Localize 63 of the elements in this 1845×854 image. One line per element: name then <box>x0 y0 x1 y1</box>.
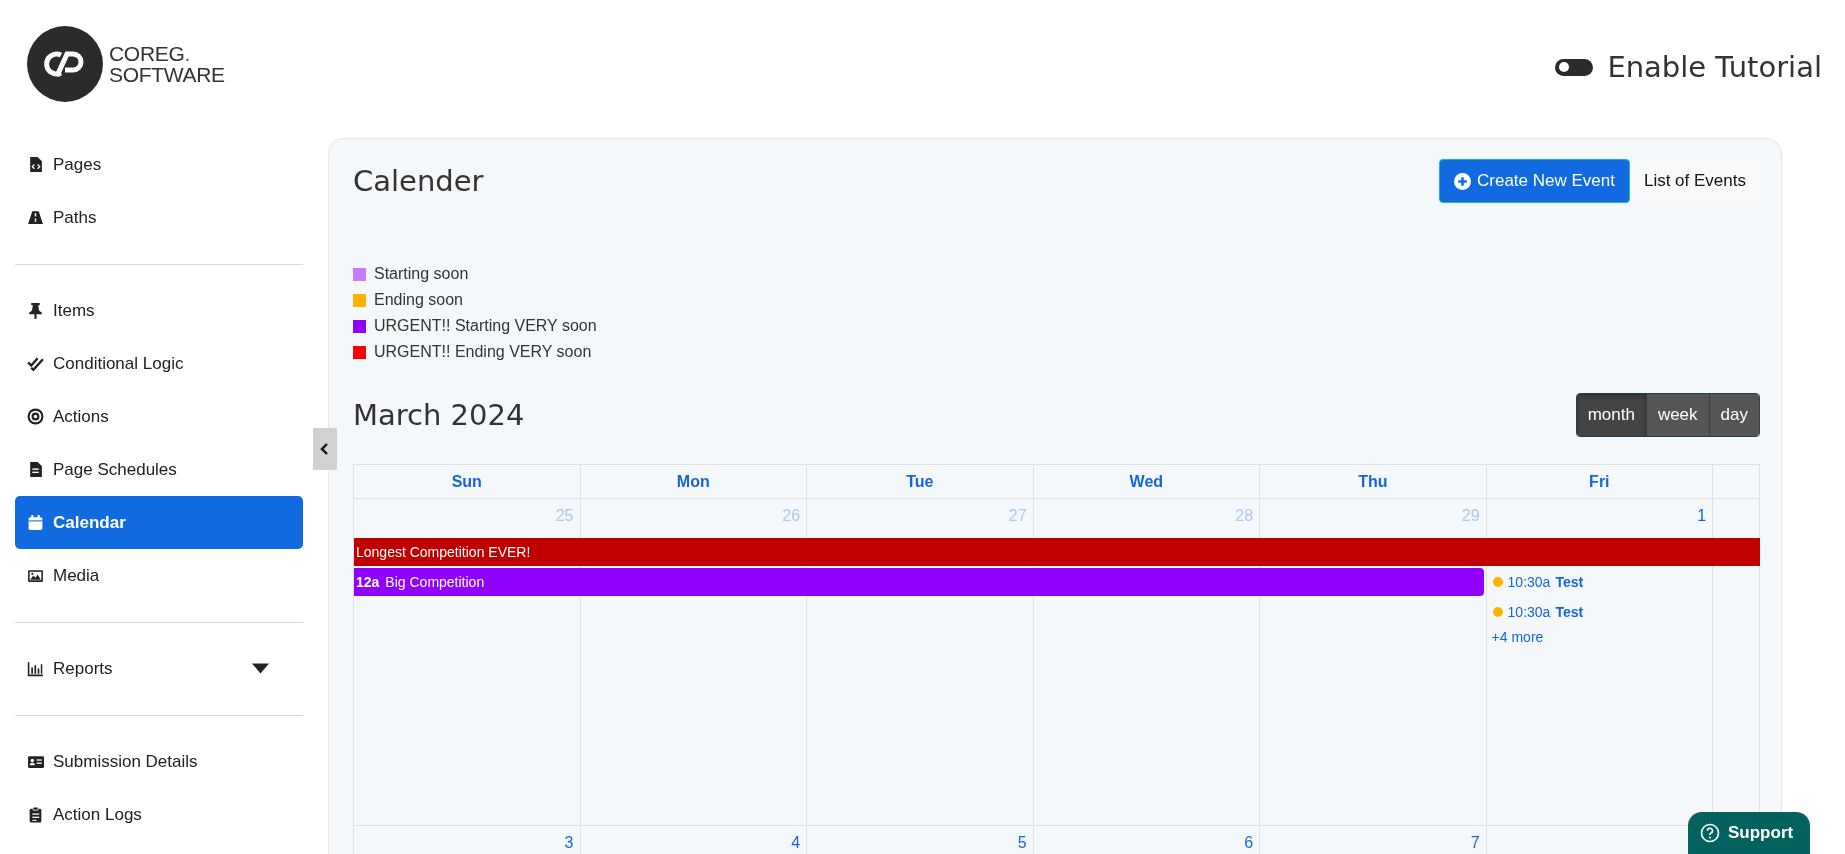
target-icon <box>27 408 44 425</box>
weekday-header: Tue <box>906 472 934 491</box>
view-button[interactable]: week <box>1645 394 1709 436</box>
double-check-icon <box>27 355 44 372</box>
code-file-icon <box>27 156 44 173</box>
sidebar-item[interactable]: Conditional Logic <box>15 337 303 390</box>
plus-circle-icon <box>1454 172 1471 190</box>
day-number[interactable]: 4 <box>791 834 801 851</box>
weekday-header: Thu <box>1358 472 1388 491</box>
logo-text: COREG. <box>109 43 192 64</box>
event-bar-segment[interactable]: Longest Competition EVER! <box>354 538 581 566</box>
weekday-header: Fri <box>1589 472 1610 491</box>
event-bar-segment[interactable] <box>1713 538 1760 566</box>
road-icon <box>27 209 44 226</box>
more-link[interactable]: +4 more <box>1486 629 1544 645</box>
legend-label: URGENT!! Ending VERY soon <box>374 343 592 361</box>
calendar-title: March 2024 <box>353 398 525 432</box>
event-title[interactable]: Longest Competition EVER! <box>356 538 531 566</box>
sidebar-item[interactable]: Paths <box>15 191 303 244</box>
sidebar-item[interactable]: Media <box>15 549 303 602</box>
day-number[interactable]: 7 <box>1470 834 1480 851</box>
view-button[interactable]: day <box>1708 394 1759 436</box>
weekday-header: Sun <box>451 472 482 491</box>
event-item[interactable]: 10:30a Test <box>1486 597 1714 627</box>
create-event-button[interactable]: Create New Event <box>1439 159 1630 203</box>
sidebar-item[interactable]: Action Logs <box>15 788 303 841</box>
document-icon <box>27 461 44 478</box>
logo-icon <box>27 26 103 102</box>
sidebar-item[interactable]: Actions <box>15 390 303 443</box>
sidebar-item[interactable]: Page Schedules <box>15 443 303 496</box>
question-icon <box>1700 823 1720 843</box>
sidebar-item[interactable]: Items <box>15 284 303 337</box>
day-number[interactable]: 1 <box>1697 507 1707 524</box>
sidebar-item[interactable]: Reports <box>15 642 303 695</box>
clipboard-icon <box>27 806 44 823</box>
chevron-left-icon <box>320 443 330 455</box>
page-title: Calender <box>353 164 484 198</box>
event-title[interactable]: 12a Big Competition <box>356 568 485 596</box>
legend-label: Ending soon <box>374 291 463 309</box>
event-bar-segment[interactable] <box>1260 568 1484 596</box>
event-bar-segment[interactable]: 12a Big Competition <box>354 568 581 596</box>
event-item[interactable]: 10:30a Test <box>1486 567 1714 597</box>
tutorial-toggle[interactable] <box>1555 58 1594 76</box>
support-button[interactable]: Support <box>1688 812 1810 854</box>
pin-icon <box>27 302 44 319</box>
legend-label: URGENT!! Starting VERY soon <box>374 317 597 335</box>
day-number[interactable]: 6 <box>1244 834 1254 851</box>
image-icon <box>27 567 44 584</box>
logo-text: SOFTWARE <box>109 64 225 85</box>
sidebar-item[interactable]: Calendar <box>15 496 303 549</box>
view-button[interactable]: month <box>1576 394 1646 436</box>
day-number[interactable]: 3 <box>564 834 574 851</box>
calendar-icon <box>27 514 44 531</box>
weekday-header: Wed <box>1129 472 1164 491</box>
tutorial-label: Enable Tutorial <box>1607 50 1822 84</box>
sidebar-item[interactable]: Submission Details <box>15 735 303 788</box>
weekday-header: Mon <box>676 472 710 491</box>
sidebar-item[interactable]: Pages <box>15 138 303 191</box>
legend-label: Starting soon <box>374 265 469 283</box>
bar-chart-icon <box>27 660 44 677</box>
collapse-button[interactable] <box>313 428 337 470</box>
day-number[interactable]: 5 <box>1017 834 1027 851</box>
id-card-icon <box>27 753 44 770</box>
